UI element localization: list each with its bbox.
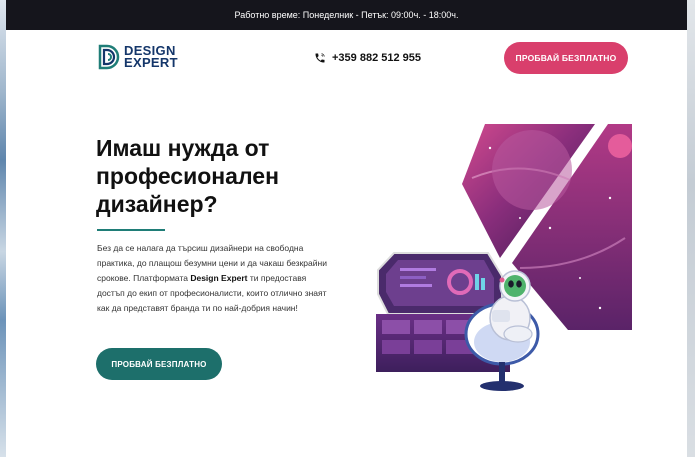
design-expert-logo-icon — [98, 44, 120, 70]
logo-line-expert: EXPERT — [124, 55, 178, 70]
working-hours-bar: Работно време: Понеделник - Петък: 09:00… — [6, 0, 687, 30]
try-free-header-button[interactable]: ПРОБВАЙ БЕЗПЛАТНО — [504, 42, 628, 74]
hero-title-line-1: Имаш нужда от — [96, 135, 270, 161]
hero-title: Имаш нужда от професионален дизайнер? — [96, 134, 296, 218]
hero-divider — [97, 229, 165, 231]
logo[interactable]: DESIGN EXPERT — [98, 44, 178, 70]
background-window-edge-right — [687, 0, 695, 457]
hero-description-brand: Design Expert — [190, 273, 248, 283]
astronaut-spaceship-illustration — [376, 124, 632, 391]
try-free-hero-button[interactable]: ПРОБВАЙ БЕЗПЛАТНО — [96, 348, 222, 380]
hero-title-line-2: професионален — [96, 163, 279, 189]
working-hours-text: Работно време: Понеделник - Петък: 09:00… — [234, 10, 459, 20]
phone-icon — [315, 53, 325, 63]
phone-link[interactable]: +359 882 512 955 — [314, 52, 421, 64]
phone-number: +359 882 512 955 — [332, 52, 422, 64]
site-header: DESIGN EXPERT +359 882 512 955 ПРОБВАЙ Б… — [6, 30, 687, 88]
hero-title-line-3: дизайнер? — [96, 191, 218, 217]
logo-text: DESIGN EXPERT — [124, 44, 178, 70]
hero-description: Без да се налага да търсиш дизайнери на … — [97, 241, 329, 316]
